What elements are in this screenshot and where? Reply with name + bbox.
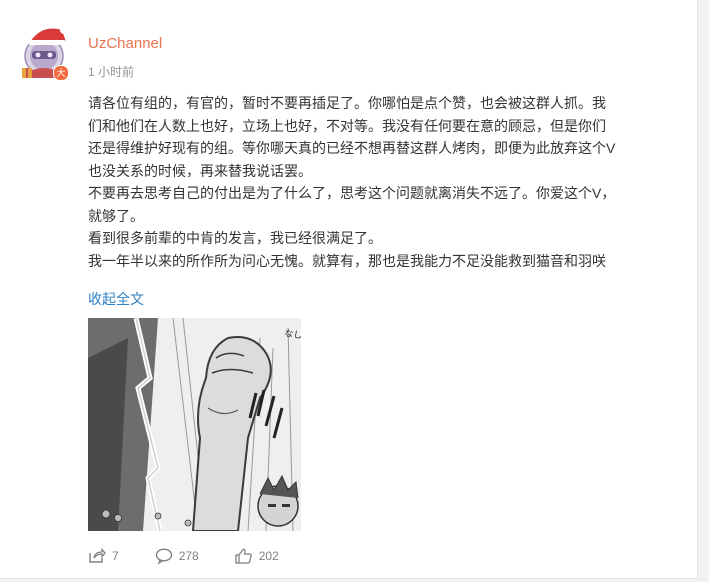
comment-count: 278 bbox=[178, 549, 199, 563]
post-body: 请各位有组的，有官的，暂时不要再插足了。你哪怕是点个赞，也会被这群人抓。我们和他… bbox=[88, 92, 618, 272]
post-paragraph: 看到很多前辈的中肯的发言，我已经很满足了。 bbox=[88, 230, 382, 246]
repost-count: 7 bbox=[112, 549, 119, 563]
thumbs-up-icon bbox=[235, 548, 252, 564]
post-paragraph: 我一年半以来的所作所为问心无愧。就算有，那也是我能力不足没能救到猫音和羽咲 bbox=[88, 252, 606, 269]
post-action-bar: 7 278 202 bbox=[88, 545, 315, 567]
repost-button[interactable]: 7 bbox=[88, 548, 119, 564]
comment-button[interactable]: 278 bbox=[155, 548, 199, 564]
post-image[interactable]: なし bbox=[88, 318, 301, 531]
comment-icon bbox=[155, 548, 172, 564]
manga-illustration: なし bbox=[88, 318, 301, 531]
post-paragraph: 请各位有组的，有官的，暂时不要再插足了。你哪怕是点个赞，也会被这群人抓。我们和他… bbox=[88, 95, 616, 179]
post-paragraph: 不要再去思考自己的付出是为了什么了，思考这个问题就离消失不远了。你爱这个V，就够… bbox=[88, 185, 616, 224]
collapse-text-link[interactable]: 收起全文 bbox=[88, 289, 144, 309]
repost-icon bbox=[89, 548, 106, 563]
avatar-level-badge: 大 bbox=[53, 65, 69, 81]
weibo-post-card: 大 UzChannel 1 小时前 请各位有组的，有官的，暂时不要再插足了。你哪… bbox=[0, 0, 698, 579]
avatar[interactable]: 大 bbox=[22, 22, 70, 81]
author-name[interactable]: UzChannel bbox=[88, 35, 162, 52]
like-count: 202 bbox=[258, 549, 279, 563]
like-button[interactable]: 202 bbox=[235, 548, 279, 564]
post-timestamp[interactable]: 1 小时前 bbox=[88, 63, 134, 80]
